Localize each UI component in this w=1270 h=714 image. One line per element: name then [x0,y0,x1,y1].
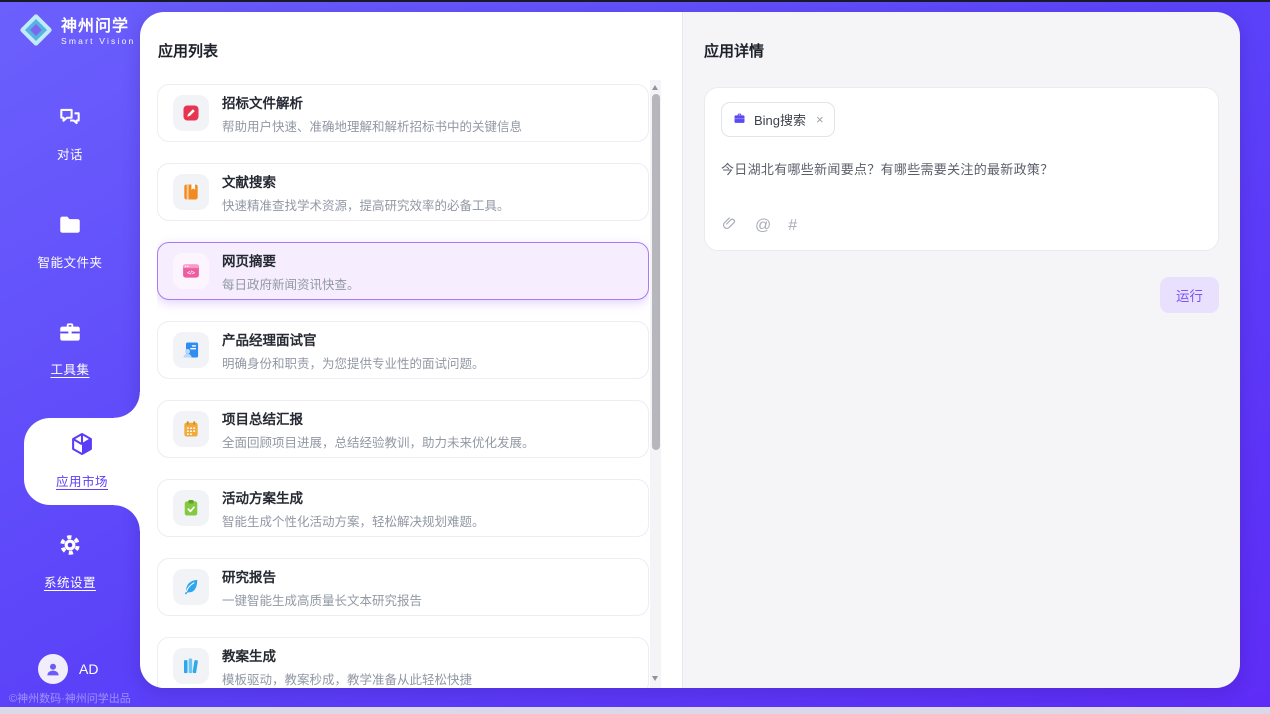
app-card-description: 快速精准查找学术资源，提高研究效率的必备工具。 [222,195,510,214]
app-card-title: 产品经理面试官 [222,329,485,349]
gear-icon [57,532,83,563]
sidebar-item-label: 系统设置 [44,572,96,591]
app-card[interactable]: 项目总结汇报 全面回顾项目进展，总结经验教训，助力未来优化发展。 [157,400,649,458]
folder-icon [57,212,83,243]
sidebar: 神州问学 Smart Vision 对话 智能文件夹 工具集 应用市场 [0,0,140,714]
app-card[interactable]: 活动方案生成 智能生成个性化活动方案，轻松解决规划难题。 [157,479,649,537]
books-icon [173,648,209,684]
sidebar-item-label: 智能文件夹 [37,252,102,271]
user-initials: AD [79,661,98,677]
prompt-text[interactable]: 今日湖北有哪些新闻要点？有哪些需要关注的最新政策？ [721,159,1202,178]
at-mention-icon[interactable]: @ [755,218,771,234]
app-card[interactable]: 教案生成 模板驱动，教案秒成，教学准备从此轻松快捷 [157,637,649,688]
app-card-description: 智能生成个性化活动方案，轻松解决规划难题。 [222,511,485,530]
app-card-list: 招标文件解析 帮助用户快速、准确地理解和解析招标书中的关键信息 文献搜索 快速精… [157,84,649,688]
sidebar-nav: 对话 智能文件夹 工具集 应用市场 系统设置 [0,0,140,714]
report-icon [173,411,209,447]
app-card[interactable]: 研究报告 一键智能生成高质量长文本研究报告 [157,558,649,616]
app-card-description: 每日政府新闻资讯快查。 [222,274,360,293]
app-list-title: 应用列表 [158,40,218,61]
sidebar-item-label: 应用市场 [56,471,108,490]
cube-icon [69,431,95,462]
sidebar-item-label: 工具集 [50,359,89,378]
research-icon [173,569,209,605]
composer-toolbar: @ # [721,215,797,237]
app-card-description: 全面回顾项目进展，总结经验教训，助力未来优化发展。 [222,432,535,451]
scrollbar-down-arrow-icon[interactable] [652,676,658,681]
prompt-compose-box[interactable]: Bing搜索 × 今日湖北有哪些新闻要点？有哪些需要关注的最新政策？ @ # [704,87,1219,251]
interview-icon [173,332,209,368]
app-detail-panel: 应用详情 Bing搜索 × 今日湖北有哪些新闻要点？有哪些需要关注的最新政策？ [682,12,1240,688]
sidebar-item[interactable]: 应用市场 [24,418,140,505]
app-card[interactable]: 产品经理面试官 明确身份和职责，为您提供专业性的面试问题。 [157,321,649,379]
app-card-description: 一键智能生成高质量长文本研究报告 [222,590,422,609]
run-button[interactable]: 运行 [1160,277,1219,313]
scrollbar-thumb[interactable] [652,94,660,450]
app-list-panel: 应用列表 招标文件解析 帮助用户快速、准确地理解和解析招标书中的关键信息 文献搜… [140,12,682,688]
user-avatar [38,654,68,684]
briefcase-icon [732,111,747,129]
sidebar-item[interactable]: 智能文件夹 [0,212,140,271]
app-card-title: 项目总结汇报 [222,408,535,428]
main-content: 应用列表 招标文件解析 帮助用户快速、准确地理解和解析招标书中的关键信息 文献搜… [140,12,1240,688]
tool-chip-bing-search[interactable]: Bing搜索 × [721,102,835,137]
window-top-border [0,0,1270,2]
webpage-icon: </> [173,253,209,289]
paperclip-icon[interactable] [721,215,738,237]
app-card-title: 教案生成 [222,645,472,665]
edit-icon [173,95,209,131]
chip-close-icon[interactable]: × [816,112,824,127]
clipboard-icon [173,490,209,526]
copyright-text: ©神州数码·神州问学出品 [9,690,131,706]
user-account[interactable]: AD [38,654,98,684]
app-card-title: 研究报告 [222,566,422,586]
app-card-title: 招标文件解析 [222,92,522,112]
window-bottom-edge [0,707,1270,714]
scrollbar-up-arrow-icon[interactable] [652,85,658,90]
list-scrollbar[interactable] [650,80,661,688]
svg-text:</>: </> [187,271,195,277]
app-card-description: 帮助用户快速、准确地理解和解析招标书中的关键信息 [222,116,522,135]
app-card-description: 明确身份和职责，为您提供专业性的面试问题。 [222,353,485,372]
app-card-title: 文献搜索 [222,171,510,191]
app-card[interactable]: 招标文件解析 帮助用户快速、准确地理解和解析招标书中的关键信息 [157,84,649,142]
app-detail-title: 应用详情 [704,40,1219,61]
tool-chip-label: Bing搜索 [754,110,806,129]
toolbox-icon [57,319,83,350]
sidebar-item[interactable]: 对话 [0,104,140,163]
app-card[interactable]: </> 网页摘要 每日政府新闻资讯快查。 [157,242,649,300]
app-card[interactable]: 文献搜索 快速精准查找学术资源，提高研究效率的必备工具。 [157,163,649,221]
chat-icon [57,104,83,135]
app-card-description: 模板驱动，教案秒成，教学准备从此轻松快捷 [222,669,472,688]
sidebar-item-label: 对话 [57,144,83,163]
sidebar-item[interactable]: 系统设置 [0,532,140,591]
app-card-title: 活动方案生成 [222,487,485,507]
book-icon [173,174,209,210]
hash-tag-icon[interactable]: # [788,218,797,234]
app-window: 神州问学 Smart Vision 对话 智能文件夹 工具集 应用市场 [0,0,1270,714]
app-card-title: 网页摘要 [222,250,360,270]
sidebar-item[interactable]: 工具集 [0,319,140,378]
